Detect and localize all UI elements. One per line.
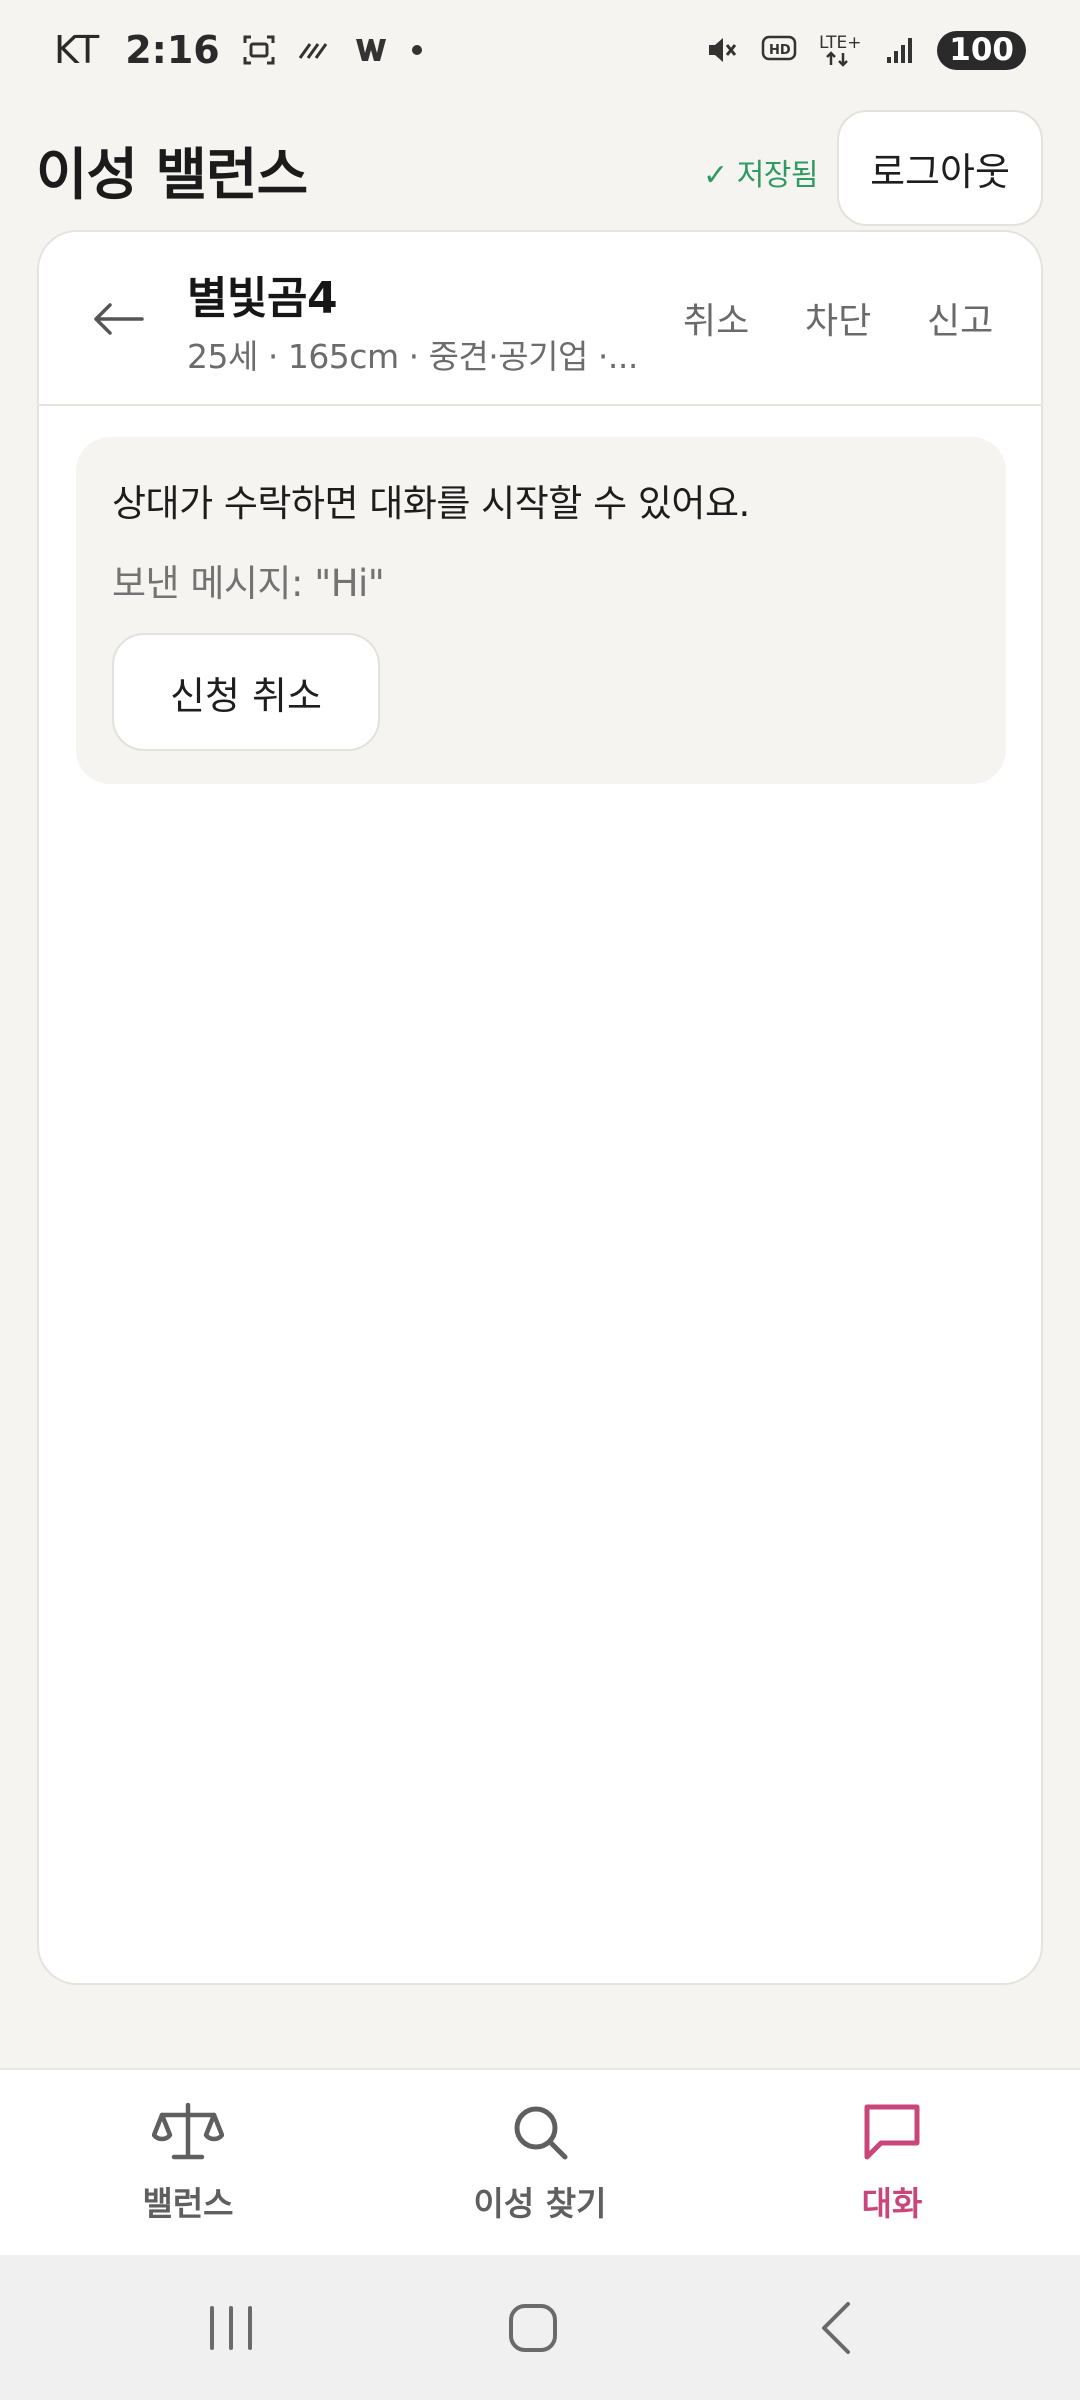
status-right: HD LTE+ 100: [705, 30, 1026, 70]
block-button[interactable]: 차단: [805, 292, 871, 344]
w-app-icon: [354, 35, 388, 65]
recents-icon: [210, 2305, 252, 2350]
lte-plus-icon: LTE+: [819, 31, 863, 69]
scale-icon: [152, 2101, 224, 2163]
svg-text:HD: HD: [769, 43, 791, 58]
screenshot-icon: [242, 33, 276, 67]
search-icon: [509, 2101, 571, 2163]
mute-icon: [705, 33, 739, 67]
report-button[interactable]: 신고: [927, 292, 993, 344]
arrow-left-icon: [94, 303, 144, 335]
nav-label-balance: 밸런스: [142, 2183, 234, 2223]
hd-voice-icon: HD: [761, 34, 797, 66]
carrier-label: KT: [54, 28, 100, 72]
cancel-button[interactable]: 취소: [683, 292, 749, 344]
pending-request-panel: 상대가 수락하면 대화를 시작할 수 있어요. 보낸 메시지: "Hi" 신청 …: [76, 437, 1006, 784]
chevron-left-icon: [822, 2301, 850, 2354]
request-info-text: 상대가 수락하면 대화를 시작할 수 있어요.: [112, 482, 750, 525]
signal-icon: [885, 35, 915, 65]
nav-label-search: 이성 찾기: [473, 2183, 607, 2223]
nav-item-search[interactable]: 이성 찾기: [440, 2070, 640, 2255]
system-nav-bar: [0, 2255, 1080, 2400]
status-left: KT 2:16: [54, 28, 424, 72]
logout-button[interactable]: 로그아웃: [837, 110, 1043, 226]
bottom-nav: 밸런스 이성 찾기 대화: [0, 2068, 1080, 2255]
dot-icon: [410, 43, 424, 57]
chat-bubble-icon: [861, 2101, 923, 2163]
svg-text:LTE+: LTE+: [819, 33, 862, 53]
home-button[interactable]: [453, 2255, 613, 2400]
home-icon: [509, 2303, 557, 2352]
status-bar: KT 2:16 HD LTE+ 100: [0, 0, 1080, 100]
system-back-button[interactable]: [756, 2255, 916, 2400]
battery-icon: 100: [937, 30, 1026, 70]
nav-item-chat[interactable]: 대화: [792, 2070, 992, 2255]
saved-status: ✓ 저장됨: [703, 158, 818, 193]
app-header: 이성 밸런스 ✓ 저장됨 로그아웃: [0, 108, 1080, 236]
recents-button[interactable]: [151, 2255, 311, 2400]
page-title: 이성 밸런스: [36, 143, 308, 208]
clock: 2:16: [125, 28, 220, 72]
partner-name: 별빛곰4: [187, 273, 338, 324]
sent-message-text: 보낸 메시지: "Hi": [112, 562, 385, 605]
nav-label-chat: 대화: [861, 2183, 923, 2223]
chat-header: 별빛곰4 25세 · 165cm · 중견·공기업 ·... 취소 차단 신고: [39, 232, 1041, 406]
chat-card: 별빛곰4 25세 · 165cm · 중견·공기업 ·... 취소 차단 신고 …: [37, 230, 1043, 1985]
partner-meta: 25세 · 165cm · 중견·공기업 ·...: [187, 337, 638, 376]
nav-item-balance[interactable]: 밸런스: [88, 2070, 288, 2255]
data-saver-icon: [298, 38, 332, 62]
cancel-request-button[interactable]: 신청 취소: [112, 633, 380, 751]
back-button[interactable]: [83, 284, 153, 354]
